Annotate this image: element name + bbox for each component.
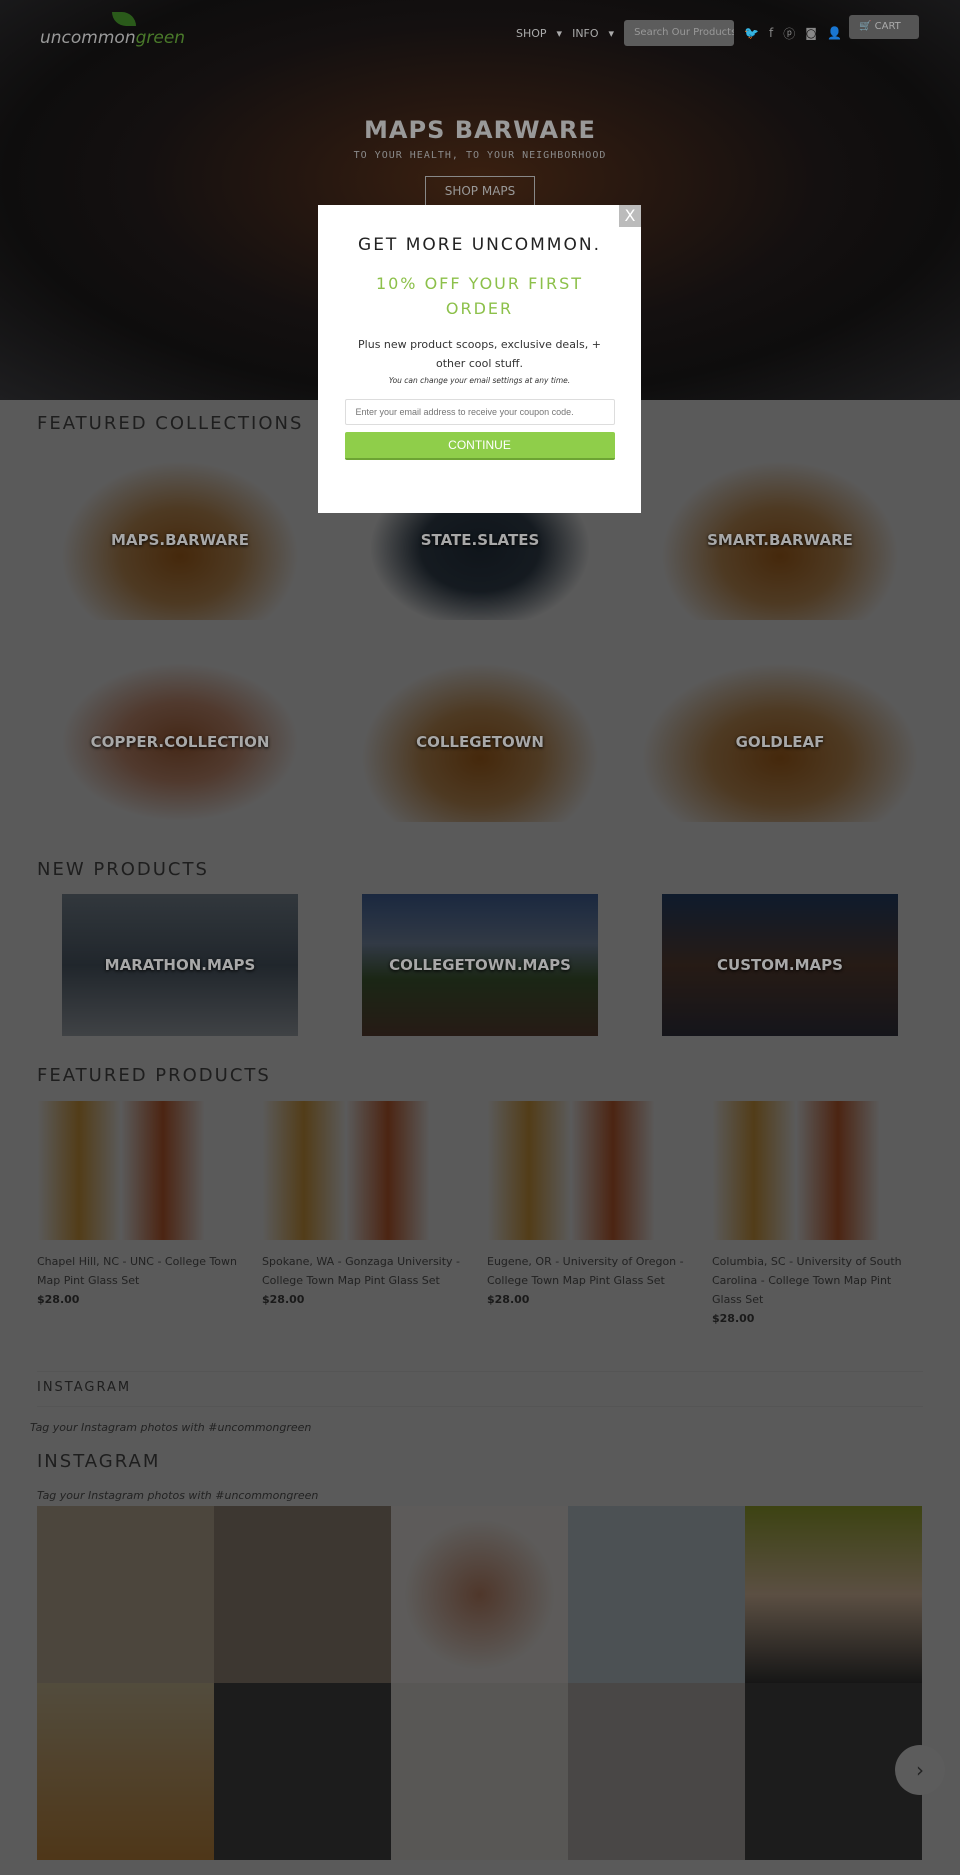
email-input[interactable] — [344, 399, 615, 425]
main-nav: SHOP ▾ INFO ▾ Search Our Products... 🐦 f ⓟ… — [516, 20, 842, 46]
instagram-photo[interactable] — [745, 1506, 922, 1683]
instagram-tagline: Tag your Instagram photos with #uncommon… — [37, 1489, 319, 1502]
new-product-label: COLLEGETOWN.MAPS — [389, 956, 571, 974]
facebook-icon[interactable]: f — [769, 26, 773, 40]
instagram-photo[interactable] — [568, 1506, 745, 1683]
new-product-label: MARATHON.MAPS — [104, 956, 256, 974]
carousel-next-button[interactable]: › — [895, 1745, 945, 1795]
product-price: $28.00 — [262, 1293, 305, 1306]
product-image[interactable] — [487, 1101, 697, 1240]
collection-tile[interactable]: COPPER.COLLECTION — [60, 662, 300, 822]
instagram-title-small: INSTAGRAM — [37, 1380, 132, 1395]
product-image[interactable] — [262, 1101, 472, 1240]
instagram-title: INSTAGRAM — [37, 1451, 161, 1472]
collection-tile[interactable]: GOLDLEAF — [640, 662, 920, 822]
close-button[interactable]: X — [619, 205, 641, 227]
nav-info[interactable]: INFO — [572, 27, 598, 40]
logo-text-green: green — [135, 28, 186, 48]
chevron-down-icon: ▾ — [556, 26, 563, 40]
product-name[interactable]: Columbia, SC - University of South Carol… — [712, 1252, 922, 1309]
newsletter-modal: X GET MORE UNCOMMON. 10% OFF YOUR FIRST … — [318, 205, 641, 513]
divider — [37, 1371, 923, 1372]
nav-shop[interactable]: SHOP — [516, 27, 547, 40]
new-product-tile[interactable]: CUSTOM.MAPS — [662, 894, 898, 1036]
collection-label: COPPER.COLLECTION — [90, 733, 270, 751]
instagram-tagline-small: Tag your Instagram photos with #uncommon… — [30, 1421, 312, 1434]
collection-label: MAPS.BARWARE — [111, 531, 249, 549]
modal-body: Plus new product scoops, exclusive deals… — [358, 338, 601, 370]
collection-label: COLLEGETOWN — [416, 733, 544, 751]
new-products-title: NEW PRODUCTS — [37, 859, 209, 880]
collection-label: STATE.SLATES — [420, 531, 540, 549]
cart-label: CART — [874, 21, 901, 32]
product-card[interactable]: Spokane, WA - Gonzaga University - Colle… — [262, 1101, 472, 1309]
modal-offer: 10% OFF YOUR FIRST ORDER — [375, 274, 584, 318]
instagram-photo[interactable] — [391, 1506, 568, 1683]
logo[interactable]: uncommongreen — [40, 28, 185, 48]
instagram-photo[interactable] — [568, 1683, 745, 1860]
instagram-photo[interactable] — [37, 1506, 214, 1683]
product-card[interactable]: Columbia, SC - University of South Carol… — [712, 1101, 922, 1328]
logo-text: uncommon — [40, 28, 136, 48]
product-price: $28.00 — [712, 1312, 755, 1325]
instagram-photo[interactable] — [391, 1683, 568, 1860]
new-product-label: CUSTOM.MAPS — [717, 956, 843, 974]
modal-title: GET MORE UNCOMMON. — [358, 235, 601, 255]
product-price: $28.00 — [487, 1293, 530, 1306]
product-name[interactable]: Eugene, OR - University of Oregon - Coll… — [487, 1252, 697, 1290]
product-name[interactable]: Chapel Hill, NC - UNC - College Town Map… — [37, 1252, 247, 1290]
new-product-tile[interactable]: MARATHON.MAPS — [62, 894, 298, 1036]
collection-tile[interactable]: COLLEGETOWN — [360, 662, 600, 822]
hero-subtitle: TO YOUR HEALTH, TO YOUR NEIGHBORHOOD — [353, 150, 607, 161]
shop-maps-button[interactable]: SHOP MAPS — [425, 176, 535, 206]
user-icon[interactable]: 👤 — [827, 26, 842, 40]
instagram-photo[interactable] — [214, 1506, 391, 1683]
collection-tile[interactable]: SMART.BARWARE — [660, 460, 900, 620]
product-card[interactable]: Chapel Hill, NC - UNC - College Town Map… — [37, 1101, 247, 1309]
continue-button[interactable]: CONTINUE — [344, 432, 615, 460]
instagram-photo[interactable] — [37, 1683, 214, 1860]
divider — [37, 1406, 923, 1407]
featured-collections-title: FEATURED COLLECTIONS — [37, 413, 304, 434]
collection-tile[interactable]: MAPS.BARWARE — [60, 460, 300, 620]
cart-icon: 🛒 — [859, 21, 872, 32]
instagram-icon[interactable]: ◙ — [805, 26, 817, 40]
product-name[interactable]: Spokane, WA - Gonzaga University - Colle… — [262, 1252, 472, 1290]
modal-note: You can change your email settings at an… — [388, 376, 571, 385]
instagram-photo[interactable] — [214, 1683, 391, 1860]
product-price: $28.00 — [37, 1293, 80, 1306]
collection-label: GOLDLEAF — [735, 733, 825, 751]
chevron-down-icon: ▾ — [608, 26, 615, 40]
search-input[interactable]: Search Our Products... — [624, 20, 735, 46]
collection-label: SMART.BARWARE — [707, 531, 853, 549]
featured-products-title: FEATURED PRODUCTS — [37, 1065, 271, 1086]
product-image[interactable] — [712, 1101, 922, 1240]
product-image[interactable] — [37, 1101, 247, 1240]
leaf-logo-icon — [112, 12, 136, 26]
cart-button[interactable]: 🛒 CART — [849, 15, 919, 39]
product-card[interactable]: Eugene, OR - University of Oregon - Coll… — [487, 1101, 697, 1309]
new-product-tile[interactable]: COLLEGETOWN.MAPS — [362, 894, 598, 1036]
twitter-icon[interactable]: 🐦 — [744, 26, 759, 40]
pinterest-icon[interactable]: ⓟ — [783, 25, 795, 42]
hero-title: MAPS BARWARE — [364, 116, 596, 144]
